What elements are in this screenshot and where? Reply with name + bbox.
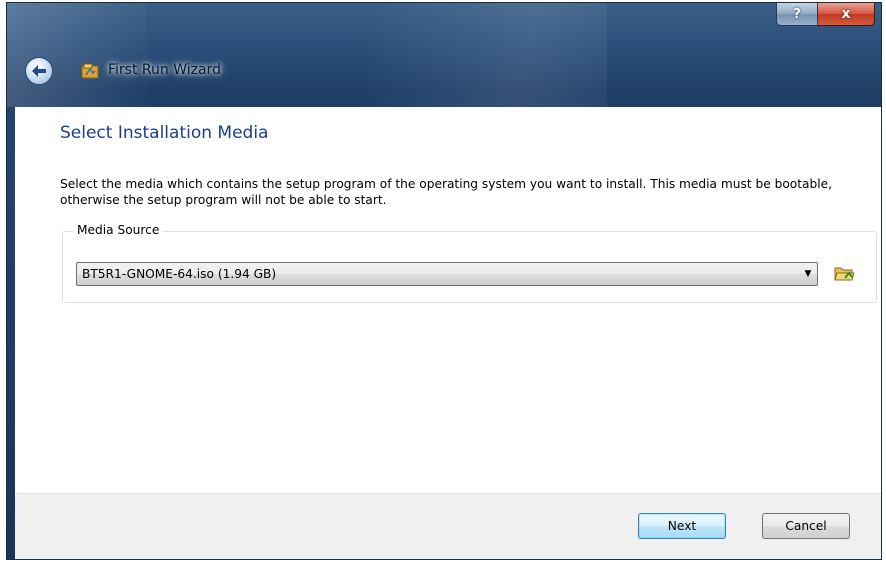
next-button[interactable]: Next	[638, 513, 726, 539]
frame-left-edge	[7, 107, 15, 559]
wizard-footer: Next Cancel	[15, 493, 881, 559]
chevron-down-icon[interactable]: ▼	[799, 269, 817, 279]
page-title: Select Installation Media	[60, 123, 269, 143]
title-bar: ? x First Run Wizard	[7, 3, 881, 107]
wizard-window: ? x First Run Wizard Select Installation…	[6, 2, 882, 560]
media-source-label: Media Source	[73, 223, 164, 237]
window-title: First Run Wizard	[108, 62, 221, 78]
virtualbox-wizard-icon	[81, 63, 99, 79]
help-button[interactable]: ?	[776, 3, 818, 26]
caption-buttons: ? x	[776, 3, 875, 26]
back-button[interactable]	[25, 57, 53, 85]
wizard-page: Select Installation Media Select the med…	[15, 107, 881, 493]
cancel-button[interactable]: Cancel	[762, 513, 850, 539]
media-source-selected: BT5R1-GNOME-64.iso (1.94 GB)	[82, 267, 277, 281]
page-description: Select the media which contains the setu…	[60, 177, 832, 207]
help-icon: ?	[793, 6, 801, 22]
close-icon: x	[841, 6, 851, 22]
folder-open-icon[interactable]	[833, 263, 855, 283]
media-source-dropdown[interactable]: BT5R1-GNOME-64.iso (1.94 GB) ▼	[76, 262, 818, 286]
close-button[interactable]: x	[818, 3, 875, 26]
back-arrow-icon	[32, 65, 46, 77]
